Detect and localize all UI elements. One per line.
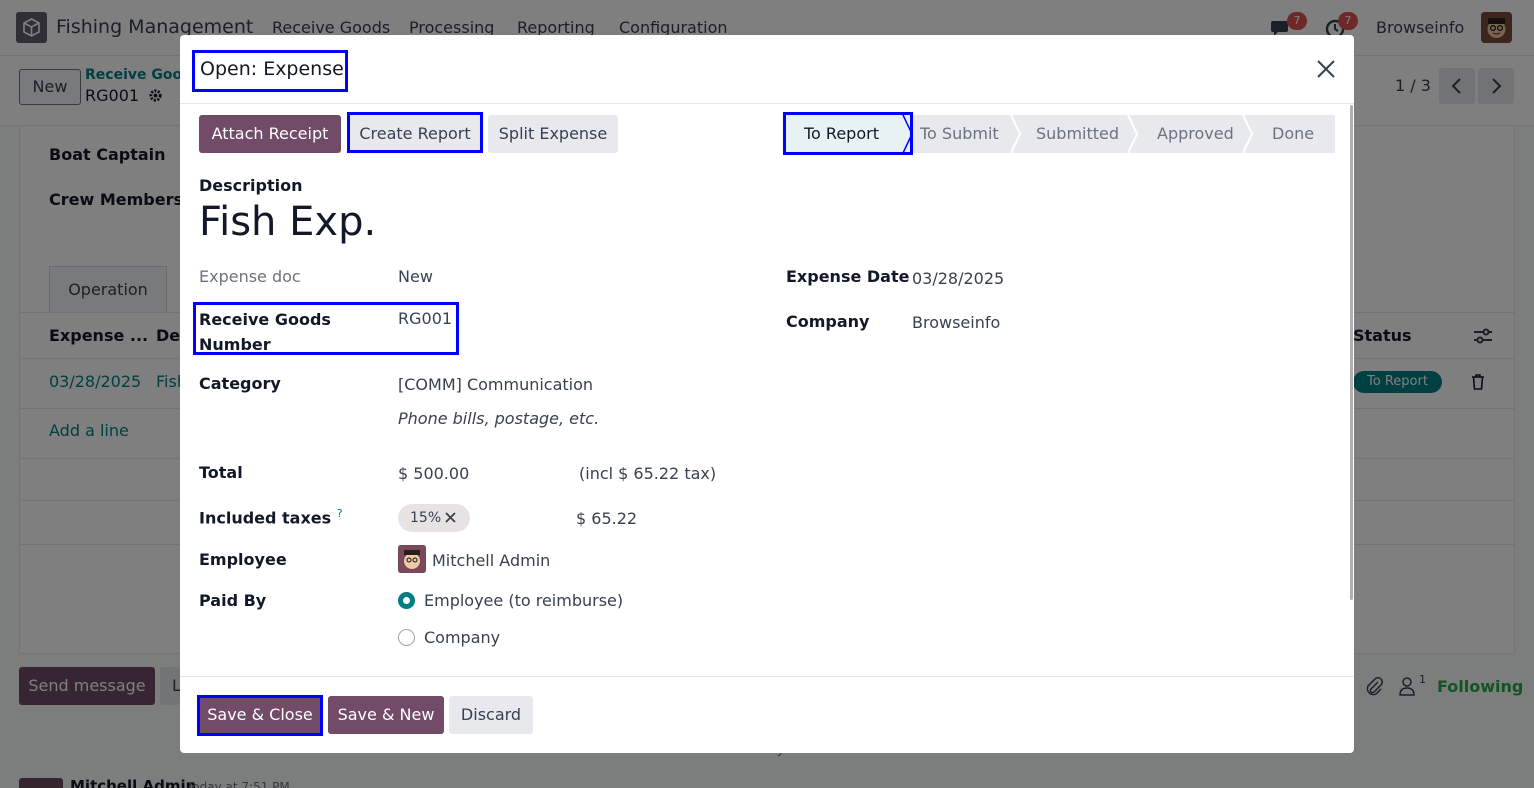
employee-avatar <box>398 545 426 573</box>
expense-date-label: Expense Date <box>786 267 910 286</box>
description-value[interactable]: Fish Exp. <box>199 199 376 245</box>
included-taxes-text: Included taxes <box>199 508 332 528</box>
help-tooltip-icon[interactable]: ? <box>337 507 343 520</box>
expense-date-value[interactable]: 03/28/2025 <box>912 269 1004 288</box>
total-tax-note: (incl $ 65.22 tax) <box>579 464 717 483</box>
category-note: Phone bills, postage, etc. <box>398 409 600 428</box>
close-icon[interactable] <box>1314 57 1338 81</box>
employee-label: Employee <box>199 550 287 569</box>
stage-approved[interactable]: Approved <box>1157 115 1234 153</box>
company-value[interactable]: Browseinfo <box>912 313 1000 332</box>
paid-by-employee-radio[interactable] <box>398 592 415 609</box>
paid-by-employee-label[interactable]: Employee (to reimburse) <box>424 591 623 610</box>
company-label: Company <box>786 312 870 331</box>
category-value[interactable]: [COMM] Communication <box>398 375 593 394</box>
stage-done[interactable]: Done <box>1272 115 1314 153</box>
save-close-highlight-box <box>197 695 323 736</box>
included-taxes-label: Included taxes ? <box>199 507 343 527</box>
discard-button[interactable]: Discard <box>449 696 533 734</box>
paid-by-label: Paid By <box>199 591 267 610</box>
paid-by-company-radio[interactable] <box>398 629 415 646</box>
dialog-header: Open: Expense <box>180 35 1354 104</box>
expense-doc-value: New <box>398 267 433 286</box>
title-highlight-box <box>192 50 348 92</box>
tax-tag: 15% <box>398 504 470 532</box>
expense-doc-label: Expense doc <box>199 267 301 286</box>
description-label: Description <box>199 176 303 195</box>
paid-by-company-label[interactable]: Company <box>424 628 500 647</box>
expense-dialog: Open: Expense Attach Receipt Create Repo… <box>180 35 1354 753</box>
split-expense-button[interactable]: Split Expense <box>488 115 618 153</box>
stage-submitted[interactable]: Submitted <box>1036 115 1119 153</box>
employee-value[interactable]: Mitchell Admin <box>432 551 550 570</box>
tax-tag-label: 15% <box>410 510 442 526</box>
total-label: Total <box>199 463 243 482</box>
receive-goods-highlight-box <box>193 302 459 355</box>
create-report-highlight-box <box>347 112 483 153</box>
remove-tag-icon[interactable] <box>445 504 456 532</box>
save-new-button[interactable]: Save & New <box>328 696 444 734</box>
tax-amount: $ 65.22 <box>576 509 638 528</box>
attach-receipt-button[interactable]: Attach Receipt <box>199 115 341 153</box>
category-label: Category <box>199 374 281 393</box>
to-report-highlight-box <box>783 112 913 155</box>
total-value[interactable]: $ 500.00 <box>398 464 469 483</box>
dialog-scrollbar[interactable] <box>1350 105 1353 600</box>
stage-to-submit[interactable]: To Submit <box>920 115 999 153</box>
